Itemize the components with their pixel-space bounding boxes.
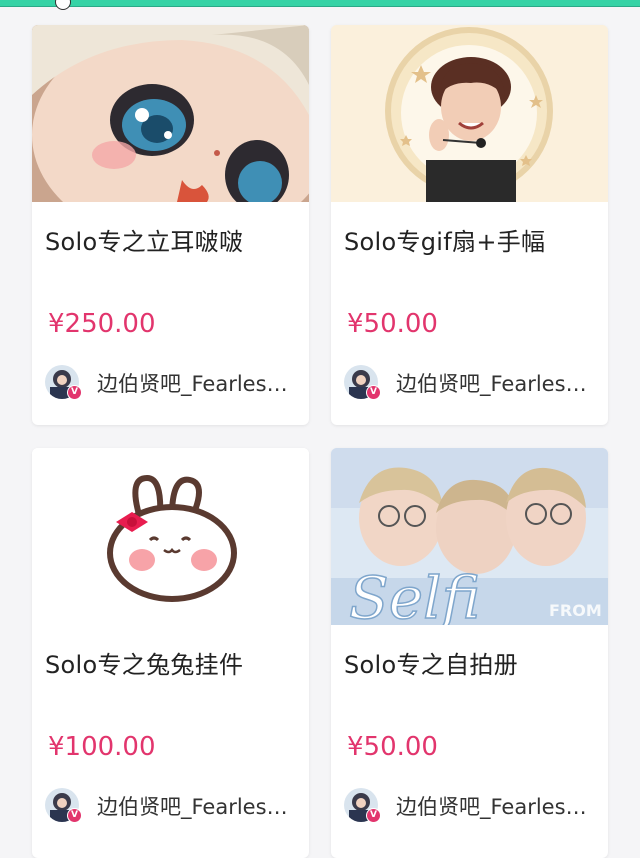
selfie-book-icon: Selfi FROM xyxy=(331,448,608,625)
seller-name[interactable]: 边伯贤吧_Fearless... xyxy=(396,791,596,821)
product-title[interactable]: Solo专之自拍册 xyxy=(344,645,518,680)
product-price: ¥100.00 xyxy=(48,732,156,762)
svg-text:FROM: FROM xyxy=(549,601,602,620)
seller-name[interactable]: 边伯贤吧_Fearless... xyxy=(97,791,297,821)
seller-info[interactable]: V 边伯贤吧_Fearless... xyxy=(45,788,300,824)
seller-name[interactable]: 边伯贤吧_Fearless... xyxy=(396,368,596,398)
seller-info[interactable]: V 边伯贤吧_Fearless... xyxy=(344,365,599,401)
plush-doll-icon xyxy=(32,25,309,202)
product-title[interactable]: Solo专之立耳啵啵 xyxy=(45,222,243,257)
product-price: ¥50.00 xyxy=(347,732,438,762)
svg-text:Selfi: Selfi xyxy=(349,564,480,625)
product-card[interactable]: Selfi FROM Solo专之自拍册 ¥50.00 V 边伯贤吧_Fearl… xyxy=(331,448,608,858)
plush-doll-thumbnail[interactable] xyxy=(32,25,309,202)
verified-badge-icon: V xyxy=(366,808,381,823)
portrait-fan-icon xyxy=(331,25,608,202)
product-price: ¥250.00 xyxy=(48,309,156,339)
seller-name[interactable]: 边伯贤吧_Fearless... xyxy=(97,368,297,398)
verified-badge-icon: V xyxy=(366,385,381,400)
seller-info[interactable]: V 边伯贤吧_Fearless... xyxy=(344,788,599,824)
product-title[interactable]: Solo专之兔兔挂件 xyxy=(45,645,243,680)
product-card[interactable]: Solo专之立耳啵啵 ¥250.00 V 边伯贤吧_Fearless... xyxy=(32,25,309,425)
product-card[interactable]: Solo专之兔兔挂件 ¥100.00 V 边伯贤吧_Fearless... xyxy=(32,448,309,858)
verified-badge-icon: V xyxy=(67,385,82,400)
slider-handle[interactable] xyxy=(55,0,71,10)
top-progress-bar xyxy=(0,0,640,7)
product-price: ¥50.00 xyxy=(347,309,438,339)
verified-badge-icon: V xyxy=(67,808,82,823)
seller-info[interactable]: V 边伯贤吧_Fearless... xyxy=(45,365,300,401)
bunny-charm-icon xyxy=(32,448,309,625)
selfie-book-thumbnail[interactable]: Selfi FROM xyxy=(331,448,608,625)
product-card[interactable]: Solo专gif扇+手幅 ¥50.00 V 边伯贤吧_Fearless... xyxy=(331,25,608,425)
bunny-charm-thumbnail[interactable] xyxy=(32,448,309,625)
product-title[interactable]: Solo专gif扇+手幅 xyxy=(344,222,545,257)
portrait-fan-thumbnail[interactable] xyxy=(331,25,608,202)
